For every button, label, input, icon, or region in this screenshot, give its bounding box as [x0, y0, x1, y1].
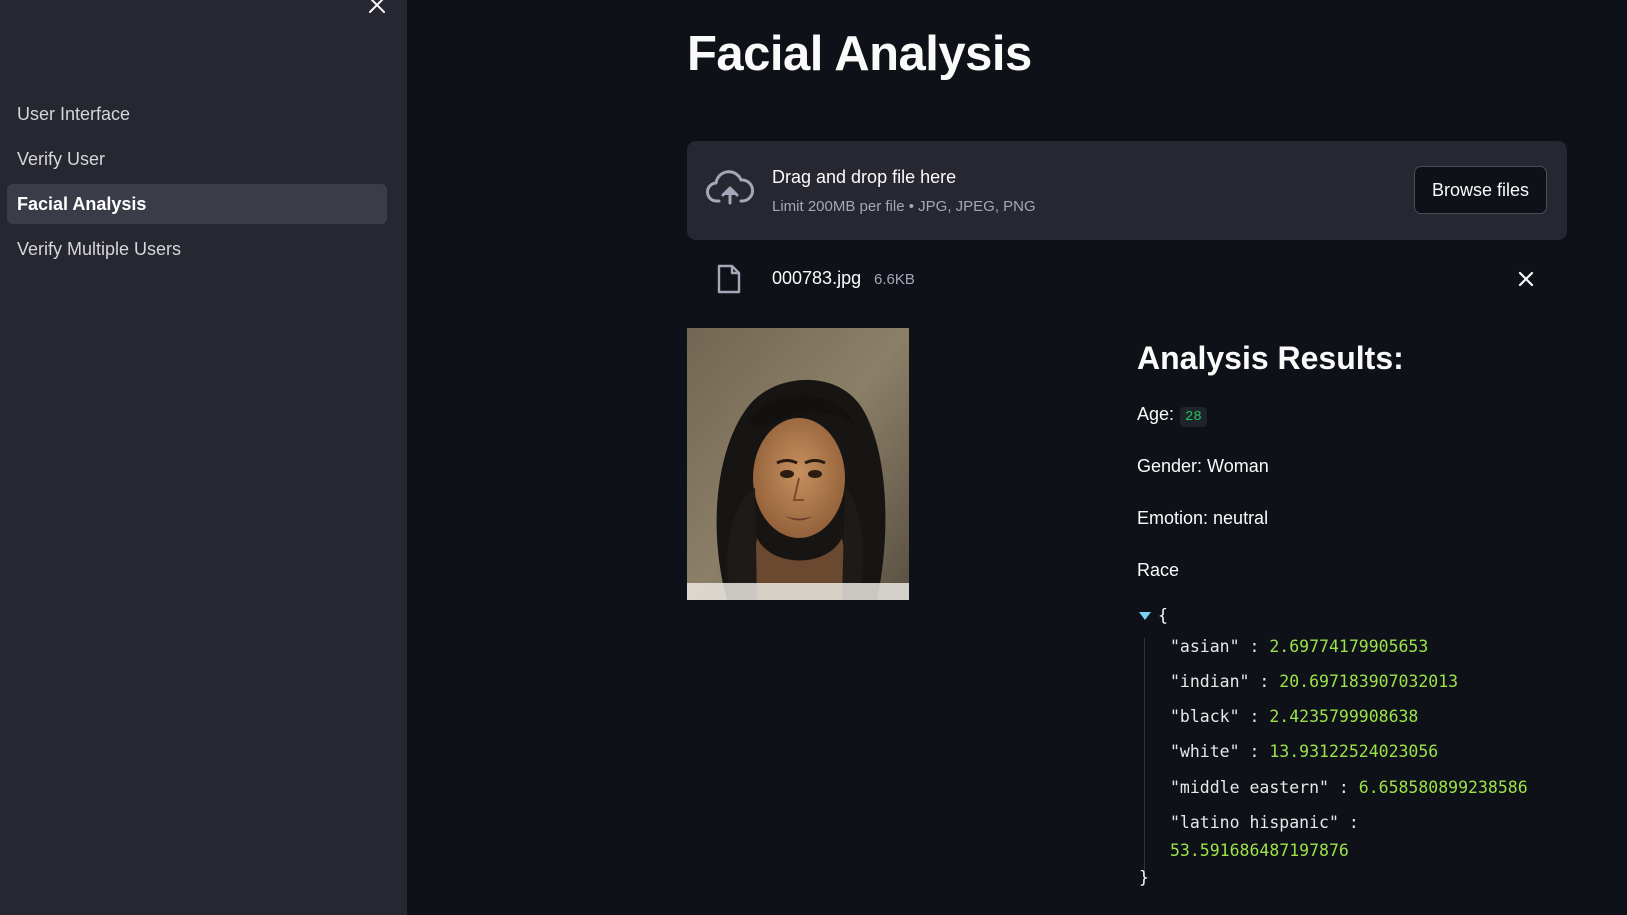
uploaded-file-name: 000783.jpg: [772, 268, 862, 288]
analysis-results-title: Analysis Results:: [1137, 340, 1404, 376]
sidebar-item-facial-analysis[interactable]: Facial Analysis: [7, 184, 387, 224]
analysis-results: Analysis Results: Age: 28 Gender: Woman E…: [1137, 340, 1567, 887]
uploaded-face-photo: [687, 328, 909, 600]
race-label: Race: [1137, 560, 1180, 580]
cloud-upload-icon: [706, 169, 755, 209]
json-value: 13.93122524023056: [1269, 742, 1439, 761]
page-title: Facial Analysis: [687, 27, 1032, 81]
age-value: 28: [1180, 407, 1207, 427]
json-entry: "latino hispanic" :: [1170, 813, 1359, 832]
json-value: 2.69774179905653: [1269, 637, 1429, 656]
sidebar-close-icon[interactable]: [366, 0, 388, 16]
remove-file-icon[interactable]: [1517, 270, 1535, 288]
sidebar: User Interface Verify User Facial Analys…: [0, 0, 407, 915]
json-value: 53.591686487197876: [1170, 841, 1349, 860]
json-entry: "indian" : 20.697183907032013: [1170, 672, 1459, 691]
json-entry: "white" : 13.93122524023056: [1170, 742, 1439, 761]
json-key: "asian": [1170, 637, 1240, 656]
sidebar-item-verify-multiple-users[interactable]: Verify Multiple Users: [7, 229, 387, 269]
sidebar-item-verify-user[interactable]: Verify User: [7, 139, 387, 179]
uploaded-file-row: 000783.jpg 6.6KB: [687, 258, 1567, 298]
json-entry: "asian" : 2.69774179905653: [1170, 637, 1429, 656]
json-value: 2.4235799908638: [1269, 707, 1419, 726]
dropzone-instructions: Drag and drop file here: [772, 167, 957, 187]
browse-files-button[interactable]: Browse files: [1414, 166, 1547, 214]
json-open-brace: {: [1158, 606, 1168, 625]
gender-result: Gender: Woman: [1137, 456, 1269, 476]
json-entry: "black" : 2.4235799908638: [1170, 707, 1419, 726]
expand-toggle-icon[interactable]: [1139, 612, 1151, 620]
json-key: "indian": [1170, 672, 1250, 691]
uploaded-file-size: 6.6KB: [874, 271, 915, 288]
dropzone-limits: Limit 200MB per file • JPG, JPEG, PNG: [772, 198, 1036, 215]
json-key: "black": [1170, 707, 1240, 726]
json-key: "middle eastern": [1170, 778, 1329, 797]
file-uploader-dropzone[interactable]: Drag and drop file here Limit 200MB per …: [687, 141, 1567, 240]
file-icon: [717, 264, 741, 294]
json-entry: "middle eastern" : 6.658580899238586: [1170, 778, 1528, 797]
json-value: 20.697183907032013: [1279, 672, 1459, 691]
json-key: "white": [1170, 742, 1240, 761]
json-key: "latino hispanic": [1170, 813, 1339, 832]
json-value: 6.658580899238586: [1358, 778, 1528, 797]
age-label: Age:: [1137, 404, 1175, 424]
sidebar-item-user-interface[interactable]: User Interface: [7, 94, 387, 134]
json-close-brace: }: [1139, 868, 1149, 887]
sidebar-nav: User Interface Verify User Facial Analys…: [7, 94, 387, 274]
json-indent-guide: [1144, 638, 1145, 880]
emotion-result: Emotion: neutral: [1137, 508, 1269, 528]
age-result: Age: 28: [1137, 404, 1207, 427]
